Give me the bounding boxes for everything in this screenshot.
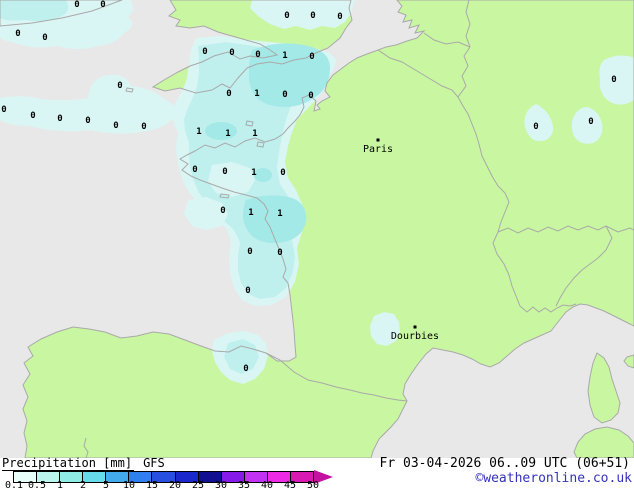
heavy-spot-loire-coast — [243, 195, 306, 243]
legend-unit: [mm] — [103, 456, 132, 470]
precip-value-marker: 0 — [247, 247, 252, 257]
precip-value-marker: 0 — [30, 111, 35, 121]
legend-tick-label: 0.1 — [5, 481, 23, 490]
precip-value-marker: 0 — [229, 48, 234, 58]
city-dot — [377, 139, 380, 142]
precip-value-marker: 0 — [1, 105, 6, 115]
precip-value-marker: 0 — [141, 122, 146, 132]
precip-value-marker: 1 — [248, 208, 253, 218]
precip-value-marker: 0 — [226, 89, 231, 99]
legend-tick-label: 35 — [238, 481, 250, 490]
legend-bar: Precipitation [mm]GFS 0.10.5125101520253… — [0, 458, 634, 490]
legend-tick-label: 45 — [284, 481, 296, 490]
precip-value-marker: 0 — [243, 364, 248, 374]
city-dot — [414, 326, 417, 329]
precip-value-marker: 1 — [196, 127, 201, 137]
precip-value-marker: 0 — [245, 286, 250, 296]
legend-tick-label: 50 — [307, 481, 319, 490]
legend-tick-label: 40 — [261, 481, 273, 490]
city-label: Paris — [363, 144, 393, 155]
city-label: Dourbies — [391, 331, 439, 342]
legend-tick-label: 5 — [103, 481, 109, 490]
precip-value-marker: 1 — [282, 51, 287, 61]
legend-tick-label: 30 — [215, 481, 227, 490]
legend-tick-labels: 0.10.5125101520253035404550 — [0, 481, 340, 490]
legend-tick-label: 0.5 — [28, 481, 46, 490]
legend-tick-label: 15 — [146, 481, 158, 490]
legend-model: GFS — [143, 456, 165, 470]
legend-tick-label: 25 — [192, 481, 204, 490]
legend-tick-label: 2 — [80, 481, 86, 490]
precip-value-marker: 0 — [42, 33, 47, 43]
precip-value-marker: 0 — [280, 168, 285, 178]
precip-value-marker: 0 — [222, 167, 227, 177]
precip-value-marker: 0 — [15, 29, 20, 39]
precip-value-marker: 0 — [533, 122, 538, 132]
map-area: Paris Dourbies 0 0 0 0 0 0 0 0 0 0 1 0 0 0 0 1 0 0 0 0 0 0 0 0 0 0… — [0, 0, 634, 458]
precip-value-marker: 0 — [282, 90, 287, 100]
precip-value-marker: 1 — [254, 89, 259, 99]
precip-value-marker: 0 — [85, 116, 90, 126]
precip-value-marker: 0 — [57, 114, 62, 124]
precip-value-marker: 1 — [251, 168, 256, 178]
precip-value-marker: 0 — [202, 47, 207, 57]
weather-map-screenshot: ParisDourbies 00000000001000010000000000… — [0, 0, 634, 490]
precip-value-marker: 0 — [255, 50, 260, 60]
precip-value-marker: 0 — [337, 12, 342, 22]
datetime-label: Fr 03-04-2026 06..09 UTC (06+51) — [380, 457, 630, 471]
precip-value-marker: 1 — [225, 129, 230, 139]
legend-tick-label: 20 — [169, 481, 181, 490]
precip-value-marker: 0 — [100, 0, 105, 10]
precip-value-marker: 0 — [611, 75, 616, 85]
precipitation-map: Paris Dourbies 0 0 0 0 0 0 0 0 0 0 1 0 0 0 0 1 0 0 0 0 0 0 0 0 0 0… — [0, 0, 634, 458]
precip-value-marker: 0 — [277, 248, 282, 258]
precip-value-marker: 0 — [117, 81, 122, 91]
precip-value-marker: 0 — [113, 121, 118, 131]
copyright-label: ©weatheronline.co.uk — [475, 472, 632, 486]
precip-value-marker: 0 — [588, 117, 593, 127]
precip-value-marker: 1 — [252, 129, 257, 139]
legend-tick-label: 1 — [57, 481, 63, 490]
legend-title: Precipitation [mm] — [2, 456, 134, 471]
precip-value-marker: 0 — [192, 165, 197, 175]
precip-value-marker: 0 — [309, 52, 314, 62]
precip-value-marker: 0 — [310, 11, 315, 21]
precip-value-marker: 0 — [220, 206, 225, 216]
heavy-spot-brittany-north — [205, 122, 237, 140]
rain-blob-germany-east — [600, 56, 634, 105]
legend-tick-label: 10 — [123, 481, 135, 490]
legend-title-row: Precipitation [mm] GFS — [2, 457, 165, 470]
precip-value-marker: 0 — [284, 11, 289, 21]
precip-value-marker: 0 — [74, 0, 79, 10]
precip-value-marker: 1 — [277, 209, 282, 219]
precip-value-marker: 0 — [308, 91, 313, 101]
